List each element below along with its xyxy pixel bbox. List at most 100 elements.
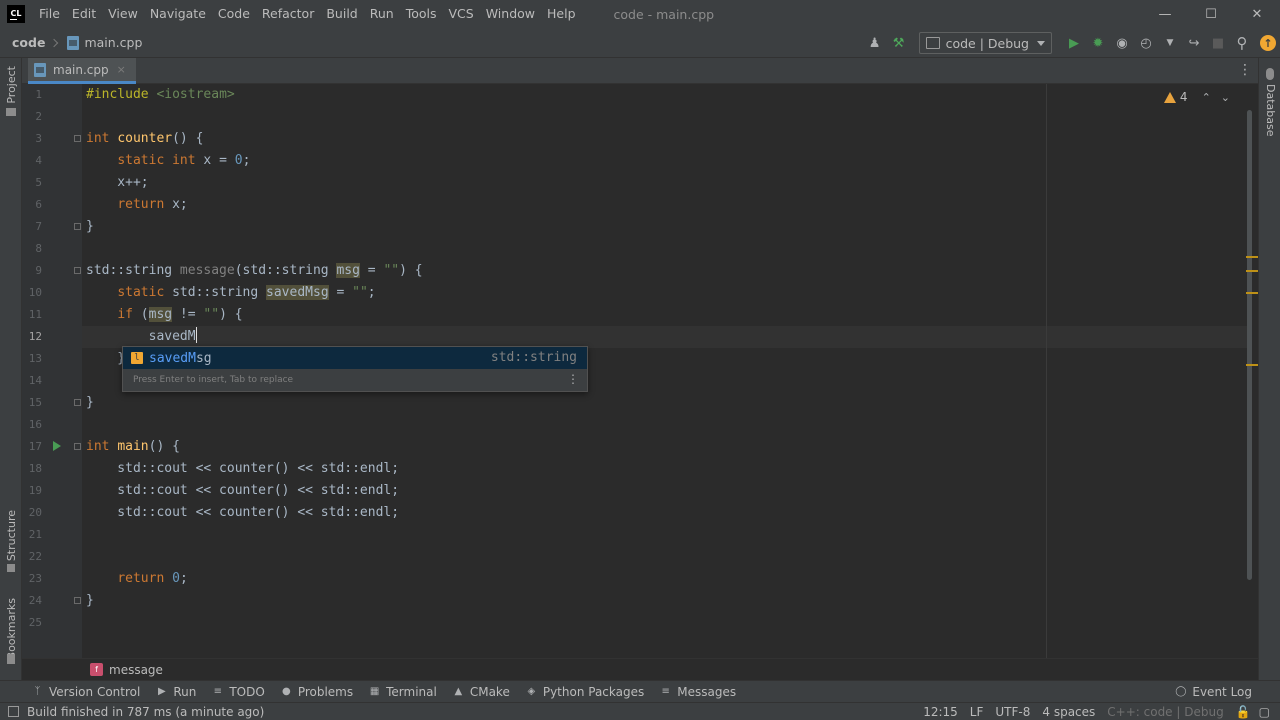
line-number: 8 xyxy=(35,242,42,255)
project-tool-tab[interactable]: Project xyxy=(5,66,18,104)
tab-actions-kebab-icon[interactable]: ⋮ xyxy=(1238,62,1252,78)
tab-label: main.cpp xyxy=(53,62,109,77)
tab-main-cpp[interactable]: main.cpp × xyxy=(28,58,136,84)
tool-terminal[interactable]: ▦ Terminal xyxy=(369,685,437,699)
run-icon[interactable]: ▶ xyxy=(1062,31,1086,55)
warning-stripe-marker[interactable] xyxy=(1246,256,1258,258)
bookmark-icon xyxy=(7,654,15,664)
ide-update-icon[interactable]: ↑ xyxy=(1260,35,1276,51)
cmake-icon: ▲ xyxy=(454,686,463,697)
code-line-24: } xyxy=(86,593,94,608)
tool-todo[interactable]: ≡ TODO xyxy=(212,685,265,699)
completion-item-name: savedMsg xyxy=(149,351,212,366)
run-configuration-select[interactable]: code | Debug xyxy=(918,32,1052,54)
line-number: 13 xyxy=(28,352,42,365)
menu-refactor[interactable]: Refactor xyxy=(256,0,320,28)
fold-marker[interactable] xyxy=(74,267,81,274)
tool-messages[interactable]: ≡ Messages xyxy=(660,684,737,699)
right-tool-strip: Database xyxy=(1258,58,1280,682)
line-number: 10 xyxy=(28,286,42,299)
bookmarks-tool-tab[interactable]: Bookmarks xyxy=(5,598,18,659)
line-number: 20 xyxy=(28,506,42,519)
caret-position[interactable]: 12:15 xyxy=(923,705,958,719)
fold-marker[interactable] xyxy=(74,597,81,604)
inspection-widget[interactable]: 4 ⌃ ⌄ xyxy=(1163,90,1230,104)
code-line-17: int main() { xyxy=(86,439,180,454)
warning-stripe-marker[interactable] xyxy=(1246,292,1258,294)
close-tab-icon[interactable]: × xyxy=(117,63,126,76)
debug-bug-icon[interactable]: ✹ xyxy=(1086,31,1110,55)
fold-marker[interactable] xyxy=(74,399,81,406)
attach-debugger-icon[interactable]: ↪ xyxy=(1182,31,1206,55)
line-number: 3 xyxy=(35,132,42,145)
fold-marker[interactable] xyxy=(74,223,81,230)
menu-help[interactable]: Help xyxy=(541,0,582,28)
menu-window[interactable]: Window xyxy=(480,0,541,28)
menu-build[interactable]: Build xyxy=(320,0,363,28)
line-separator[interactable]: LF xyxy=(970,705,984,719)
breadcrumb-function[interactable]: message xyxy=(109,663,163,677)
line-number: 5 xyxy=(35,176,42,189)
tool-version-control[interactable]: ᛉ Version Control xyxy=(32,684,141,699)
minimize-button[interactable]: — xyxy=(1142,0,1188,28)
menu-navigate[interactable]: Navigate xyxy=(144,0,212,28)
profile-icon[interactable]: ◴ xyxy=(1134,31,1158,55)
chevron-down-icon[interactable]: ⌄ xyxy=(1221,91,1230,104)
terminal-icon: ▦ xyxy=(369,686,380,697)
completion-item[interactable]: l savedMsg std::string xyxy=(123,347,587,369)
tool-event-log[interactable]: ◯ Event Log xyxy=(1175,681,1252,703)
database-icon xyxy=(1266,68,1274,80)
toggle-tool-windows-icon[interactable] xyxy=(8,706,19,717)
search-icon[interactable]: ⚲ xyxy=(1230,31,1254,55)
tool-label: Messages xyxy=(677,684,737,699)
fold-marker[interactable] xyxy=(74,135,81,142)
warning-stripe-marker[interactable] xyxy=(1246,364,1258,366)
tool-label: CMake xyxy=(469,684,510,699)
stop-icon[interactable]: ■ xyxy=(1206,31,1230,55)
tool-problems[interactable]: ● Problems xyxy=(281,685,353,699)
code-editor[interactable]: 1 2 3 4 5 6 7 8 9 10 11 12 13 14 15 16 1… xyxy=(22,84,1258,658)
menu-code[interactable]: Code xyxy=(212,0,256,28)
close-window-button[interactable]: ✕ xyxy=(1234,0,1280,28)
chevron-up-icon[interactable]: ⌃ xyxy=(1202,91,1211,104)
menu-view[interactable]: View xyxy=(102,0,144,28)
cpp-file-icon xyxy=(67,35,80,50)
tool-label: Version Control xyxy=(49,684,141,699)
breadcrumb-project[interactable]: code xyxy=(12,35,45,50)
tool-python-packages[interactable]: ◈ Python Packages xyxy=(526,685,644,699)
maximize-button[interactable]: ☐ xyxy=(1188,0,1234,28)
menu-edit[interactable]: Edit xyxy=(66,0,102,28)
fold-marker[interactable] xyxy=(74,443,81,450)
menu-run[interactable]: Run xyxy=(364,0,400,28)
language-context[interactable]: C++: code | Debug xyxy=(1107,705,1223,719)
tool-cmake[interactable]: ▲ CMake xyxy=(453,684,510,699)
memory-indicator-icon[interactable]: ▢ xyxy=(1259,705,1270,719)
more-run-options-icon[interactable]: ▼ xyxy=(1158,31,1182,55)
indent-setting[interactable]: 4 spaces xyxy=(1042,705,1095,719)
line-number: 2 xyxy=(35,110,42,123)
completion-options-kebab-icon[interactable]: ⋮ xyxy=(567,373,579,385)
file-encoding[interactable]: UTF-8 xyxy=(995,705,1030,719)
status-widgets: 12:15 LF UTF-8 4 spaces C++: code | Debu… xyxy=(923,703,1280,720)
packages-icon: ◈ xyxy=(527,686,536,697)
breadcrumb-file[interactable]: main.cpp xyxy=(84,35,142,50)
editor-breadcrumbs: f message xyxy=(22,658,1258,680)
editor-scrollbar[interactable] xyxy=(1247,110,1252,580)
lock-icon[interactable]: 🔓 xyxy=(1236,705,1251,719)
list-icon: ≡ xyxy=(213,686,223,697)
completion-match: savedM xyxy=(149,350,196,366)
user-icon[interactable]: ♟ xyxy=(863,31,887,55)
database-tool-tab[interactable]: Database xyxy=(1264,84,1277,137)
tool-run[interactable]: ▶ Run xyxy=(156,685,196,699)
menu-file[interactable]: File xyxy=(33,0,66,28)
menu-tools[interactable]: Tools xyxy=(400,0,443,28)
menu-vcs[interactable]: VCS xyxy=(443,0,480,28)
warning-stripe-marker[interactable] xyxy=(1246,270,1258,272)
status-message[interactable]: Build finished in 787 ms (a minute ago) xyxy=(27,705,264,719)
build-hammer-icon[interactable]: ⚒ xyxy=(887,31,911,55)
coverage-icon[interactable]: ◉ xyxy=(1110,31,1134,55)
line-number: 25 xyxy=(28,616,42,629)
tool-window-bar: ᛉ Version Control ▶ Run ≡ TODO ● Problems ▦ T… xyxy=(0,680,1280,702)
structure-tool-tab[interactable]: Structure xyxy=(5,510,18,561)
run-main-gutter-icon[interactable] xyxy=(53,441,61,451)
